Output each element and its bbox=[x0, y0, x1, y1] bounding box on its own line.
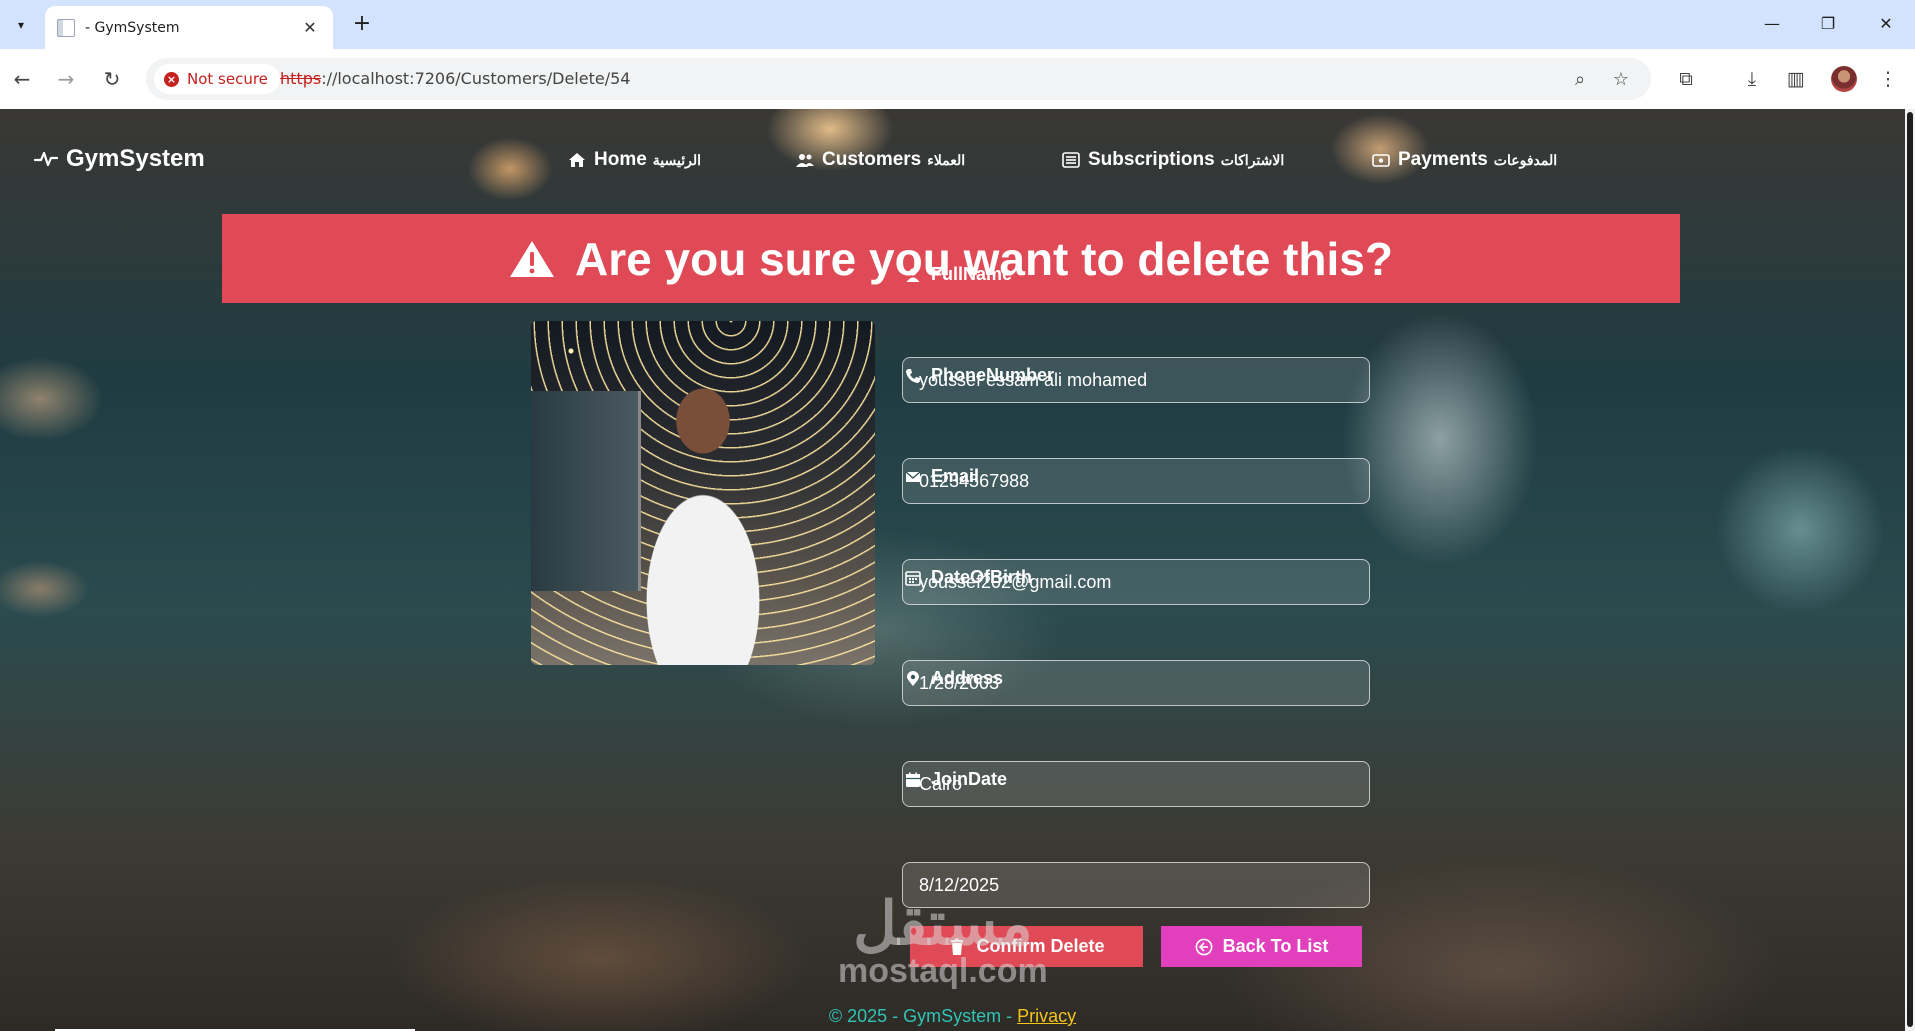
nav-customers-arabic: العملاء bbox=[927, 151, 966, 168]
forward-arrow-icon[interactable]: → bbox=[50, 63, 82, 95]
page-footer: © 2025 - GymSystem - Privacy bbox=[0, 1006, 1905, 1027]
nav-subscriptions-label: Subscriptions bbox=[1088, 149, 1215, 170]
home-icon bbox=[569, 153, 585, 167]
nav-subscriptions-arabic: الاشتراكات bbox=[1220, 151, 1285, 168]
privacy-link[interactable]: Privacy bbox=[1017, 1006, 1076, 1026]
confirm-delete-label: Confirm Delete bbox=[976, 936, 1105, 956]
zoom-icon[interactable]: ⌕ bbox=[1566, 66, 1594, 94]
users-icon bbox=[796, 154, 814, 167]
joindate-field[interactable]: 8/12/2025 bbox=[902, 862, 1370, 908]
page-favicon-icon bbox=[57, 18, 75, 37]
photo-background bbox=[531, 391, 641, 591]
browser-toolbar: ← → ↻ × Not secure https://localhost:720… bbox=[0, 49, 1915, 109]
envelope-icon bbox=[905, 470, 921, 482]
nav-home-arabic: الرئيسية bbox=[652, 151, 702, 168]
nav-subscriptions[interactable]: Subscriptions الاشتراكات bbox=[1062, 149, 1284, 171]
calendar-icon bbox=[906, 772, 920, 787]
not-secure-label: Not secure bbox=[187, 70, 268, 88]
joindate-label: JoinDate bbox=[905, 769, 1007, 790]
tab-title: - GymSystem bbox=[85, 19, 180, 36]
phone-label: PhoneNumber bbox=[905, 365, 1054, 386]
nav-payments[interactable]: Payments المدفوعات bbox=[1372, 149, 1557, 171]
reload-icon[interactable]: ↻ bbox=[96, 63, 128, 95]
menu-dots-icon[interactable]: ⋮ bbox=[1872, 63, 1904, 95]
nav-home-label: Home bbox=[594, 149, 647, 170]
wallet-icon bbox=[1372, 154, 1390, 167]
back-to-list-label: Back To List bbox=[1222, 936, 1329, 956]
extensions-icon[interactable]: ⧉ bbox=[1670, 63, 1702, 95]
list-icon bbox=[1062, 152, 1080, 168]
side-panel-icon[interactable]: ▥ bbox=[1780, 63, 1812, 95]
minimize-icon[interactable]: — bbox=[1752, 8, 1792, 40]
security-chip[interactable]: × Not secure bbox=[154, 64, 280, 94]
nav-payments-label: Payments bbox=[1398, 149, 1488, 170]
back-arrow-icon[interactable]: ← bbox=[6, 63, 38, 95]
nav-customers[interactable]: Customers العملاء bbox=[796, 149, 965, 171]
arrow-left-circle-icon bbox=[1195, 938, 1213, 955]
confirm-delete-button[interactable]: Confirm Delete bbox=[910, 926, 1143, 967]
close-window-icon[interactable]: ✕ bbox=[1866, 8, 1906, 40]
browser-tab[interactable]: - GymSystem ✕ bbox=[45, 6, 333, 49]
address-label: Address bbox=[905, 668, 1003, 689]
tab-close-icon[interactable]: ✕ bbox=[299, 18, 321, 37]
brand-link[interactable]: GymSystem bbox=[34, 145, 205, 173]
nav-payments-arabic: المدفوعات bbox=[1493, 151, 1558, 168]
footer-text: © 2025 - GymSystem - bbox=[828, 1006, 1018, 1026]
warning-triangle-icon bbox=[510, 240, 555, 277]
trash-icon bbox=[951, 938, 964, 955]
fullname-label: FullName bbox=[905, 264, 1012, 285]
nav-home[interactable]: Home الرئيسية bbox=[568, 149, 701, 171]
profile-avatar[interactable] bbox=[1831, 66, 1857, 92]
heartbeat-icon bbox=[34, 151, 58, 167]
browser-tabstrip: ▾ - GymSystem ✕ + — ❐ ✕ bbox=[0, 0, 1915, 49]
scrollbar-thumb[interactable] bbox=[1907, 112, 1913, 1027]
customer-photo bbox=[531, 321, 875, 665]
person-icon bbox=[906, 268, 920, 282]
email-label: Email bbox=[905, 466, 979, 487]
nav-customers-label: Customers bbox=[822, 149, 922, 170]
restore-icon[interactable]: ❐ bbox=[1808, 8, 1848, 40]
back-to-list-button[interactable]: Back To List bbox=[1161, 926, 1362, 967]
calendar-grid-icon bbox=[905, 570, 921, 586]
dob-label: DateOfBirth bbox=[905, 567, 1032, 588]
phone-icon bbox=[906, 368, 920, 383]
address-bar[interactable]: × Not secure https://localhost:7206/Cust… bbox=[146, 58, 1651, 100]
url-text[interactable]: https://localhost:7206/Customers/Delete/… bbox=[280, 69, 630, 88]
download-icon[interactable]: ⤓ bbox=[1736, 63, 1768, 95]
new-tab-button[interactable]: + bbox=[348, 10, 376, 38]
warning-circle-icon: × bbox=[164, 71, 179, 87]
location-pin-icon bbox=[907, 670, 919, 686]
delete-warning-banner: Are you sure you want to delete this? bbox=[222, 214, 1680, 303]
bookmark-star-icon[interactable]: ☆ bbox=[1607, 66, 1635, 94]
page-viewport: GymSystem Home الرئيسية Customers العملا… bbox=[0, 109, 1905, 1031]
brand-name: GymSystem bbox=[66, 145, 205, 172]
tab-search-icon[interactable]: ▾ bbox=[6, 10, 36, 40]
